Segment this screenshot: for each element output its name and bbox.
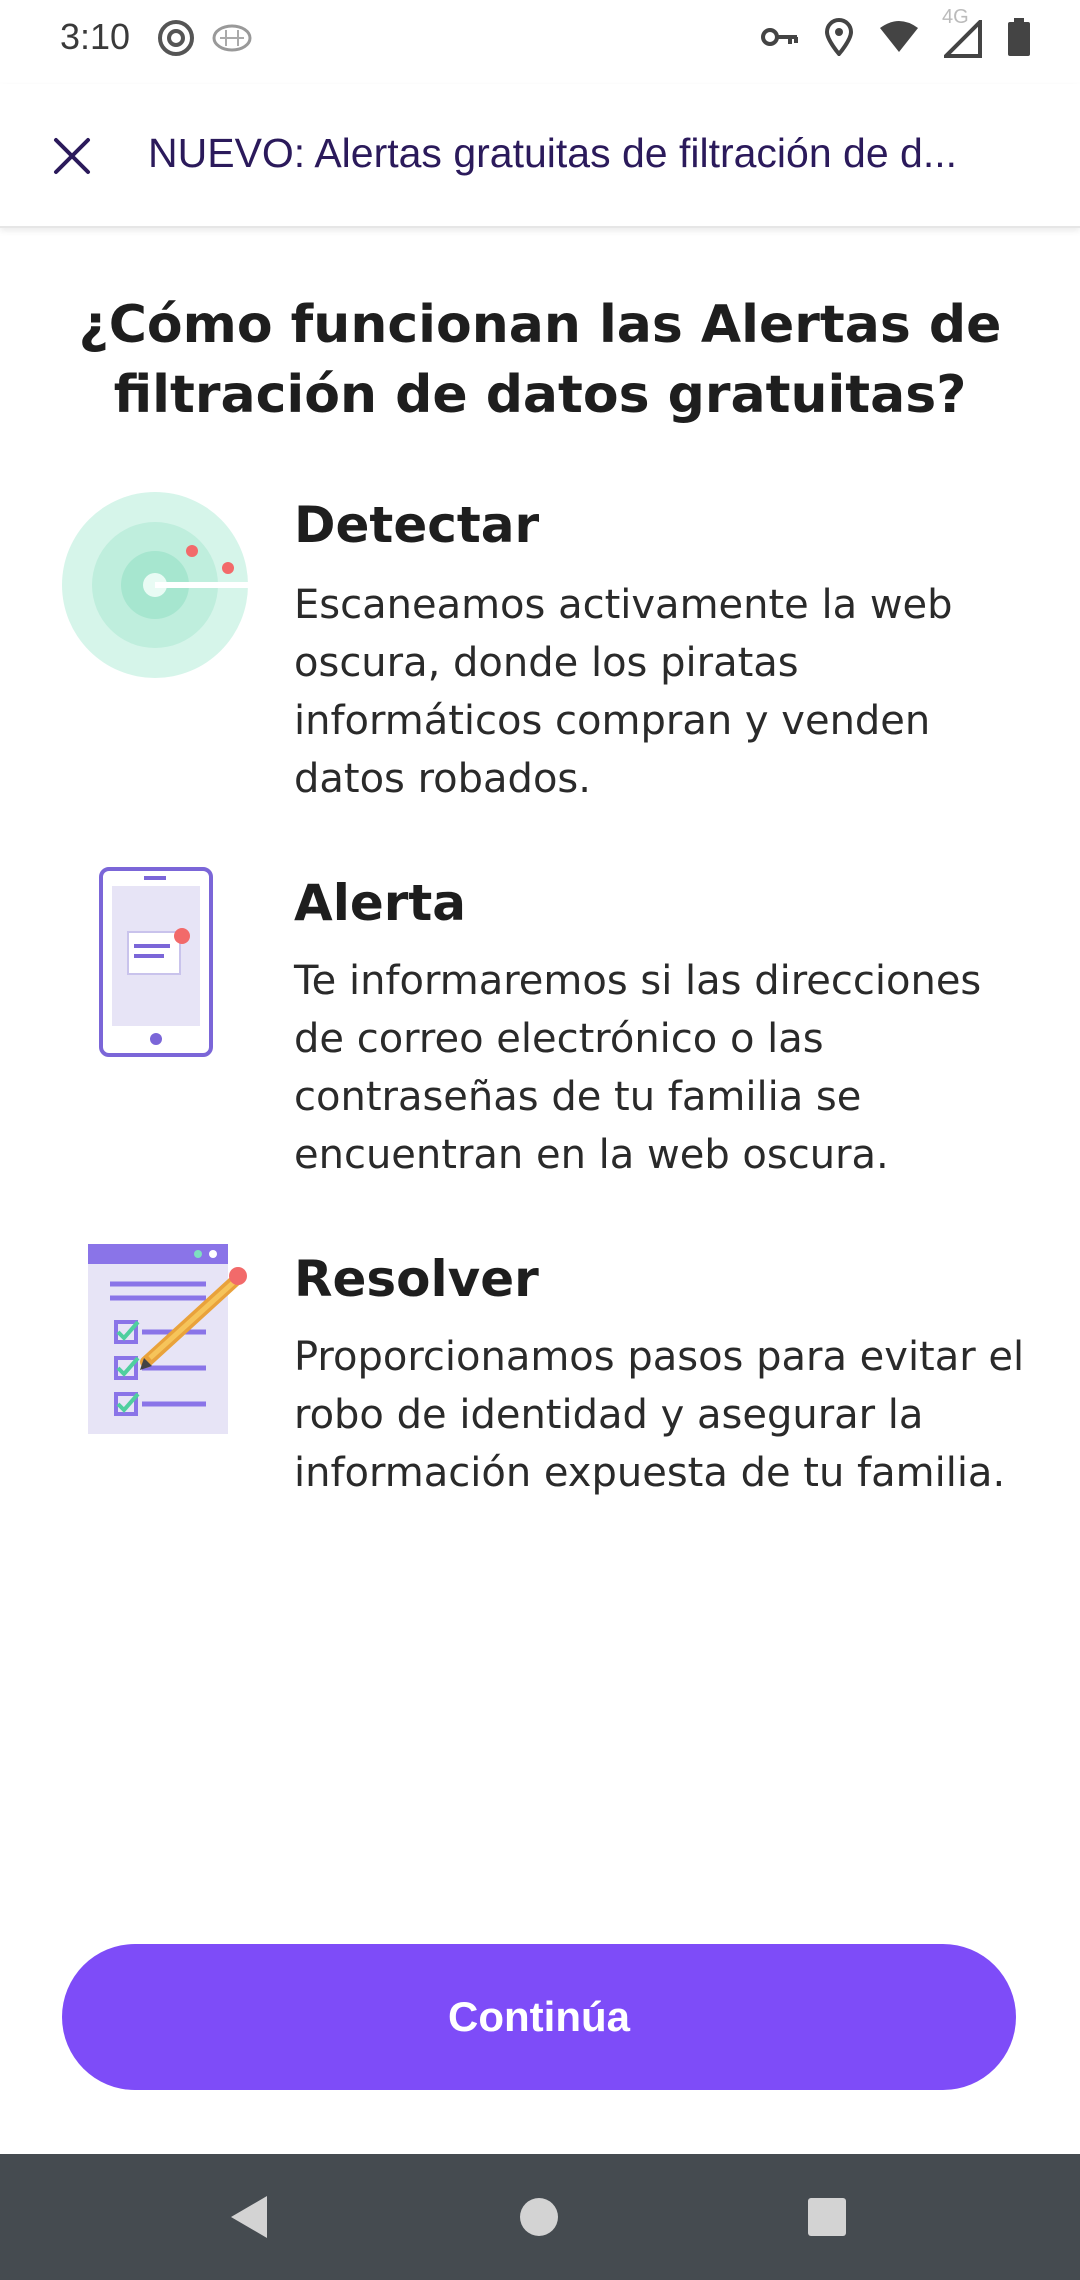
network-type-label: 4G — [942, 6, 969, 28]
at-sign-icon — [156, 18, 196, 62]
nav-home-button[interactable] — [504, 2182, 574, 2252]
phone-alert-icon — [98, 866, 218, 1064]
feature-title: Detectar — [294, 496, 540, 554]
feature-title: Resolver — [294, 1250, 539, 1308]
close-button[interactable] — [36, 120, 108, 192]
status-bar: 3:10 4G — [0, 0, 1080, 84]
cell-signal-icon: 4G — [942, 6, 984, 58]
close-icon — [54, 138, 90, 174]
wifi-icon — [878, 20, 920, 58]
battery-icon — [1008, 18, 1030, 60]
recents-icon — [808, 2198, 846, 2236]
location-icon — [824, 18, 854, 60]
nav-recents-button[interactable] — [792, 2182, 862, 2252]
app-bar: NUEVO: Alertas gratuitas de filtración d… — [0, 84, 1080, 228]
home-icon — [520, 2198, 558, 2236]
page-heading: ¿Cómo funcionan las Alertas de filtració… — [78, 295, 1002, 425]
key-icon — [760, 22, 800, 56]
status-time: 3:10 — [60, 16, 131, 57]
feature-description: Escaneamos activamente la web oscura, do… — [294, 582, 953, 802]
continue-button[interactable]: Continúa — [62, 1944, 1016, 2090]
system-nav-bar — [0, 2154, 1080, 2280]
radar-icon — [60, 490, 250, 684]
feature-description: Te informaremos si las direcciones de co… — [294, 958, 982, 1178]
feature-title: Alerta — [294, 874, 467, 932]
checklist-icon — [88, 1244, 248, 1438]
back-icon — [231, 2196, 267, 2238]
feature-description: Proporcionamos pasos para evitar el robo… — [294, 1334, 1025, 1496]
nav-back-button[interactable] — [214, 2182, 284, 2252]
app-bar-title: NUEVO: Alertas gratuitas de filtración d… — [148, 130, 957, 176]
brain-icon — [210, 18, 254, 62]
